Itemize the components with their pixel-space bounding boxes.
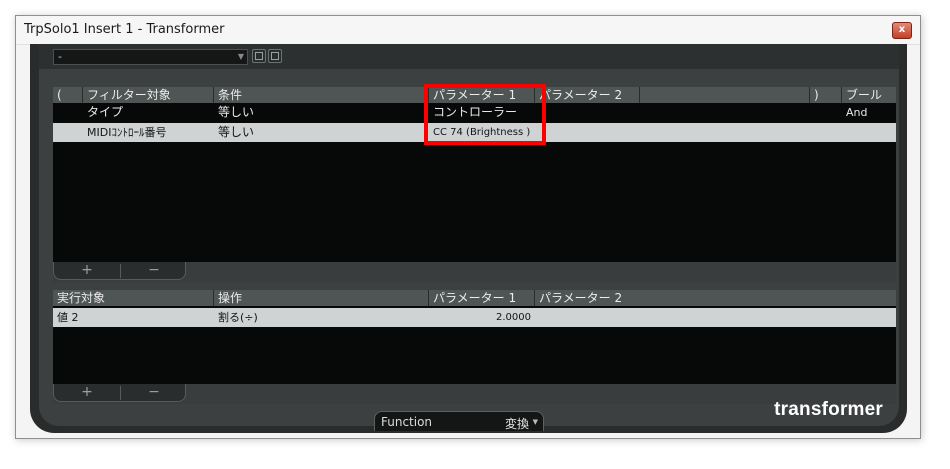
action-table: 実行対象 操作 パラメーター 1 パラメーター 2 値 2 割る(÷) 2.00… bbox=[53, 290, 896, 384]
condition-cell[interactable]: 等しい bbox=[218, 103, 254, 122]
chevron-down-icon: ▼ bbox=[532, 418, 538, 426]
filter-target-cell[interactable]: MIDIｺﾝﾄﾛｰﾙ番号 bbox=[87, 123, 166, 142]
header-filter-target[interactable]: フィルター対象 bbox=[83, 87, 214, 103]
header-action-target[interactable]: 実行対象 bbox=[53, 290, 214, 306]
boolean-cell[interactable]: And bbox=[846, 103, 867, 122]
operation-cell[interactable]: 割る(÷) bbox=[218, 308, 258, 327]
function-label: Function bbox=[381, 415, 433, 429]
remove-action-button[interactable]: − bbox=[121, 384, 187, 402]
header-parameter-2[interactable]: パラメーター 2 bbox=[535, 87, 640, 103]
title-bar[interactable]: TrpSolo1 Insert 1 - Transformer x bbox=[16, 16, 920, 45]
header-condition[interactable]: 条件 bbox=[214, 87, 429, 103]
transformer-window: TrpSolo1 Insert 1 - Transformer x - ▼ ( … bbox=[15, 15, 921, 439]
parameter-1-cell[interactable]: 2.0000 bbox=[429, 308, 531, 327]
preset-value: - bbox=[58, 50, 62, 63]
header-boolean[interactable]: ブール bbox=[842, 87, 896, 103]
header-open-paren[interactable]: ( bbox=[53, 87, 83, 103]
action-add-remove-bar: + − bbox=[53, 384, 896, 404]
header-operation[interactable]: 操作 bbox=[214, 290, 429, 306]
table-row[interactable]: 値 2 割る(÷) 2.0000 bbox=[53, 308, 896, 327]
chevron-down-icon: ▼ bbox=[237, 52, 244, 61]
close-button[interactable]: x bbox=[892, 22, 912, 39]
add-condition-button[interactable]: + bbox=[54, 262, 120, 280]
filter-add-remove-bar: + − bbox=[53, 262, 896, 282]
condition-cell[interactable]: 等しい bbox=[218, 123, 254, 142]
header-close-paren[interactable]: ) bbox=[810, 87, 842, 103]
function-select[interactable]: Function 変換 ▼ bbox=[374, 411, 544, 431]
function-value: 変換 bbox=[504, 417, 529, 431]
add-action-button[interactable]: + bbox=[54, 384, 120, 402]
action-add-remove-tab: + − bbox=[53, 384, 186, 402]
filter-add-remove-tab: + − bbox=[53, 262, 186, 280]
close-icon: x bbox=[898, 24, 906, 35]
delete-preset-icon[interactable] bbox=[268, 49, 282, 63]
action-target-cell[interactable]: 値 2 bbox=[57, 308, 79, 327]
header-parameter-2[interactable]: パラメーター 2 bbox=[535, 290, 896, 306]
filter-target-cell[interactable]: タイプ bbox=[87, 103, 123, 122]
save-preset-icon[interactable] bbox=[252, 49, 266, 63]
header-parameter-1[interactable]: パラメーター 1 bbox=[429, 290, 535, 306]
header-blank bbox=[640, 87, 810, 103]
annotation-highlight-box bbox=[424, 84, 546, 145]
transformer-logo: transformer bbox=[774, 399, 883, 420]
action-table-header: 実行対象 操作 パラメーター 1 パラメーター 2 bbox=[53, 290, 896, 306]
preset-select[interactable]: - ▼ bbox=[53, 49, 248, 65]
preset-bar: - ▼ bbox=[39, 44, 899, 69]
window-title: TrpSolo1 Insert 1 - Transformer bbox=[24, 22, 225, 37]
remove-condition-button[interactable]: − bbox=[121, 262, 187, 280]
